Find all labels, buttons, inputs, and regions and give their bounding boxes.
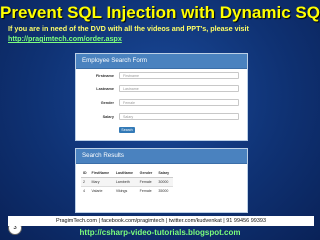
gender-row: Gender Female: [76, 99, 247, 108]
cell-firstname: Valarie: [89, 186, 114, 195]
firstname-label: Firstname: [95, 74, 114, 78]
cell-id: 4: [81, 186, 90, 195]
results-heading: Search Results: [76, 149, 247, 164]
search-results-panel: Search Results ID FirstName LastName Gen…: [75, 148, 248, 213]
col-id: ID: [81, 169, 90, 178]
salary-input[interactable]: Salary: [119, 113, 239, 120]
firstname-input[interactable]: Firstname: [119, 72, 239, 79]
table-header-row: ID FirstName LastName Gender Salary: [81, 169, 173, 178]
form-heading: Employee Search Form: [76, 54, 247, 69]
blog-link[interactable]: http://csharp-video-tutorials.blogspot.c…: [0, 228, 320, 237]
cell-gender: Female: [137, 186, 157, 195]
col-gender: Gender: [137, 169, 157, 178]
results-table: ID FirstName LastName Gender Salary 2 Ma…: [81, 169, 173, 195]
salary-label: Salary: [102, 115, 114, 119]
lastname-label: Lastname: [96, 87, 114, 91]
lastname-row: Lastname Lastname: [76, 85, 247, 94]
search-button[interactable]: Search: [119, 127, 135, 133]
col-firstname: FirstName: [89, 169, 114, 178]
table-row: 2 Mary Lambeth Female 30000: [81, 177, 173, 187]
dvd-notice: If you are in need of the DVD with all t…: [8, 24, 249, 33]
gender-label: Gender: [100, 101, 114, 105]
footer-contact-bar: PragimTech.com | facebook.com/pragimtech…: [8, 216, 314, 226]
lastname-input[interactable]: Lastname: [119, 85, 239, 92]
cell-lastname: Lambeth: [113, 177, 138, 187]
cell-firstname: Mary: [89, 177, 114, 187]
slide-title: Prevent SQL Injection with Dynamic SQL: [0, 3, 320, 22]
table-row: 4 Valarie Vikings Female 35000: [81, 186, 173, 195]
cell-lastname: Vikings: [113, 186, 138, 195]
cell-salary: 30000: [156, 177, 173, 187]
col-lastname: LastName: [113, 169, 138, 178]
slide-background: Prevent SQL Injection with Dynamic SQL I…: [0, 0, 320, 240]
employee-search-form: Employee Search Form Firstname Firstname…: [75, 53, 248, 141]
salary-row: Salary Salary: [76, 113, 247, 122]
cell-gender: Female: [137, 177, 157, 187]
order-link[interactable]: http://pragimtech.com/order.aspx: [8, 34, 122, 43]
firstname-row: Firstname Firstname: [76, 72, 247, 81]
cell-id: 2: [81, 177, 90, 187]
gender-input[interactable]: Female: [119, 99, 239, 106]
col-salary: Salary: [156, 169, 173, 178]
cell-salary: 35000: [156, 186, 173, 195]
